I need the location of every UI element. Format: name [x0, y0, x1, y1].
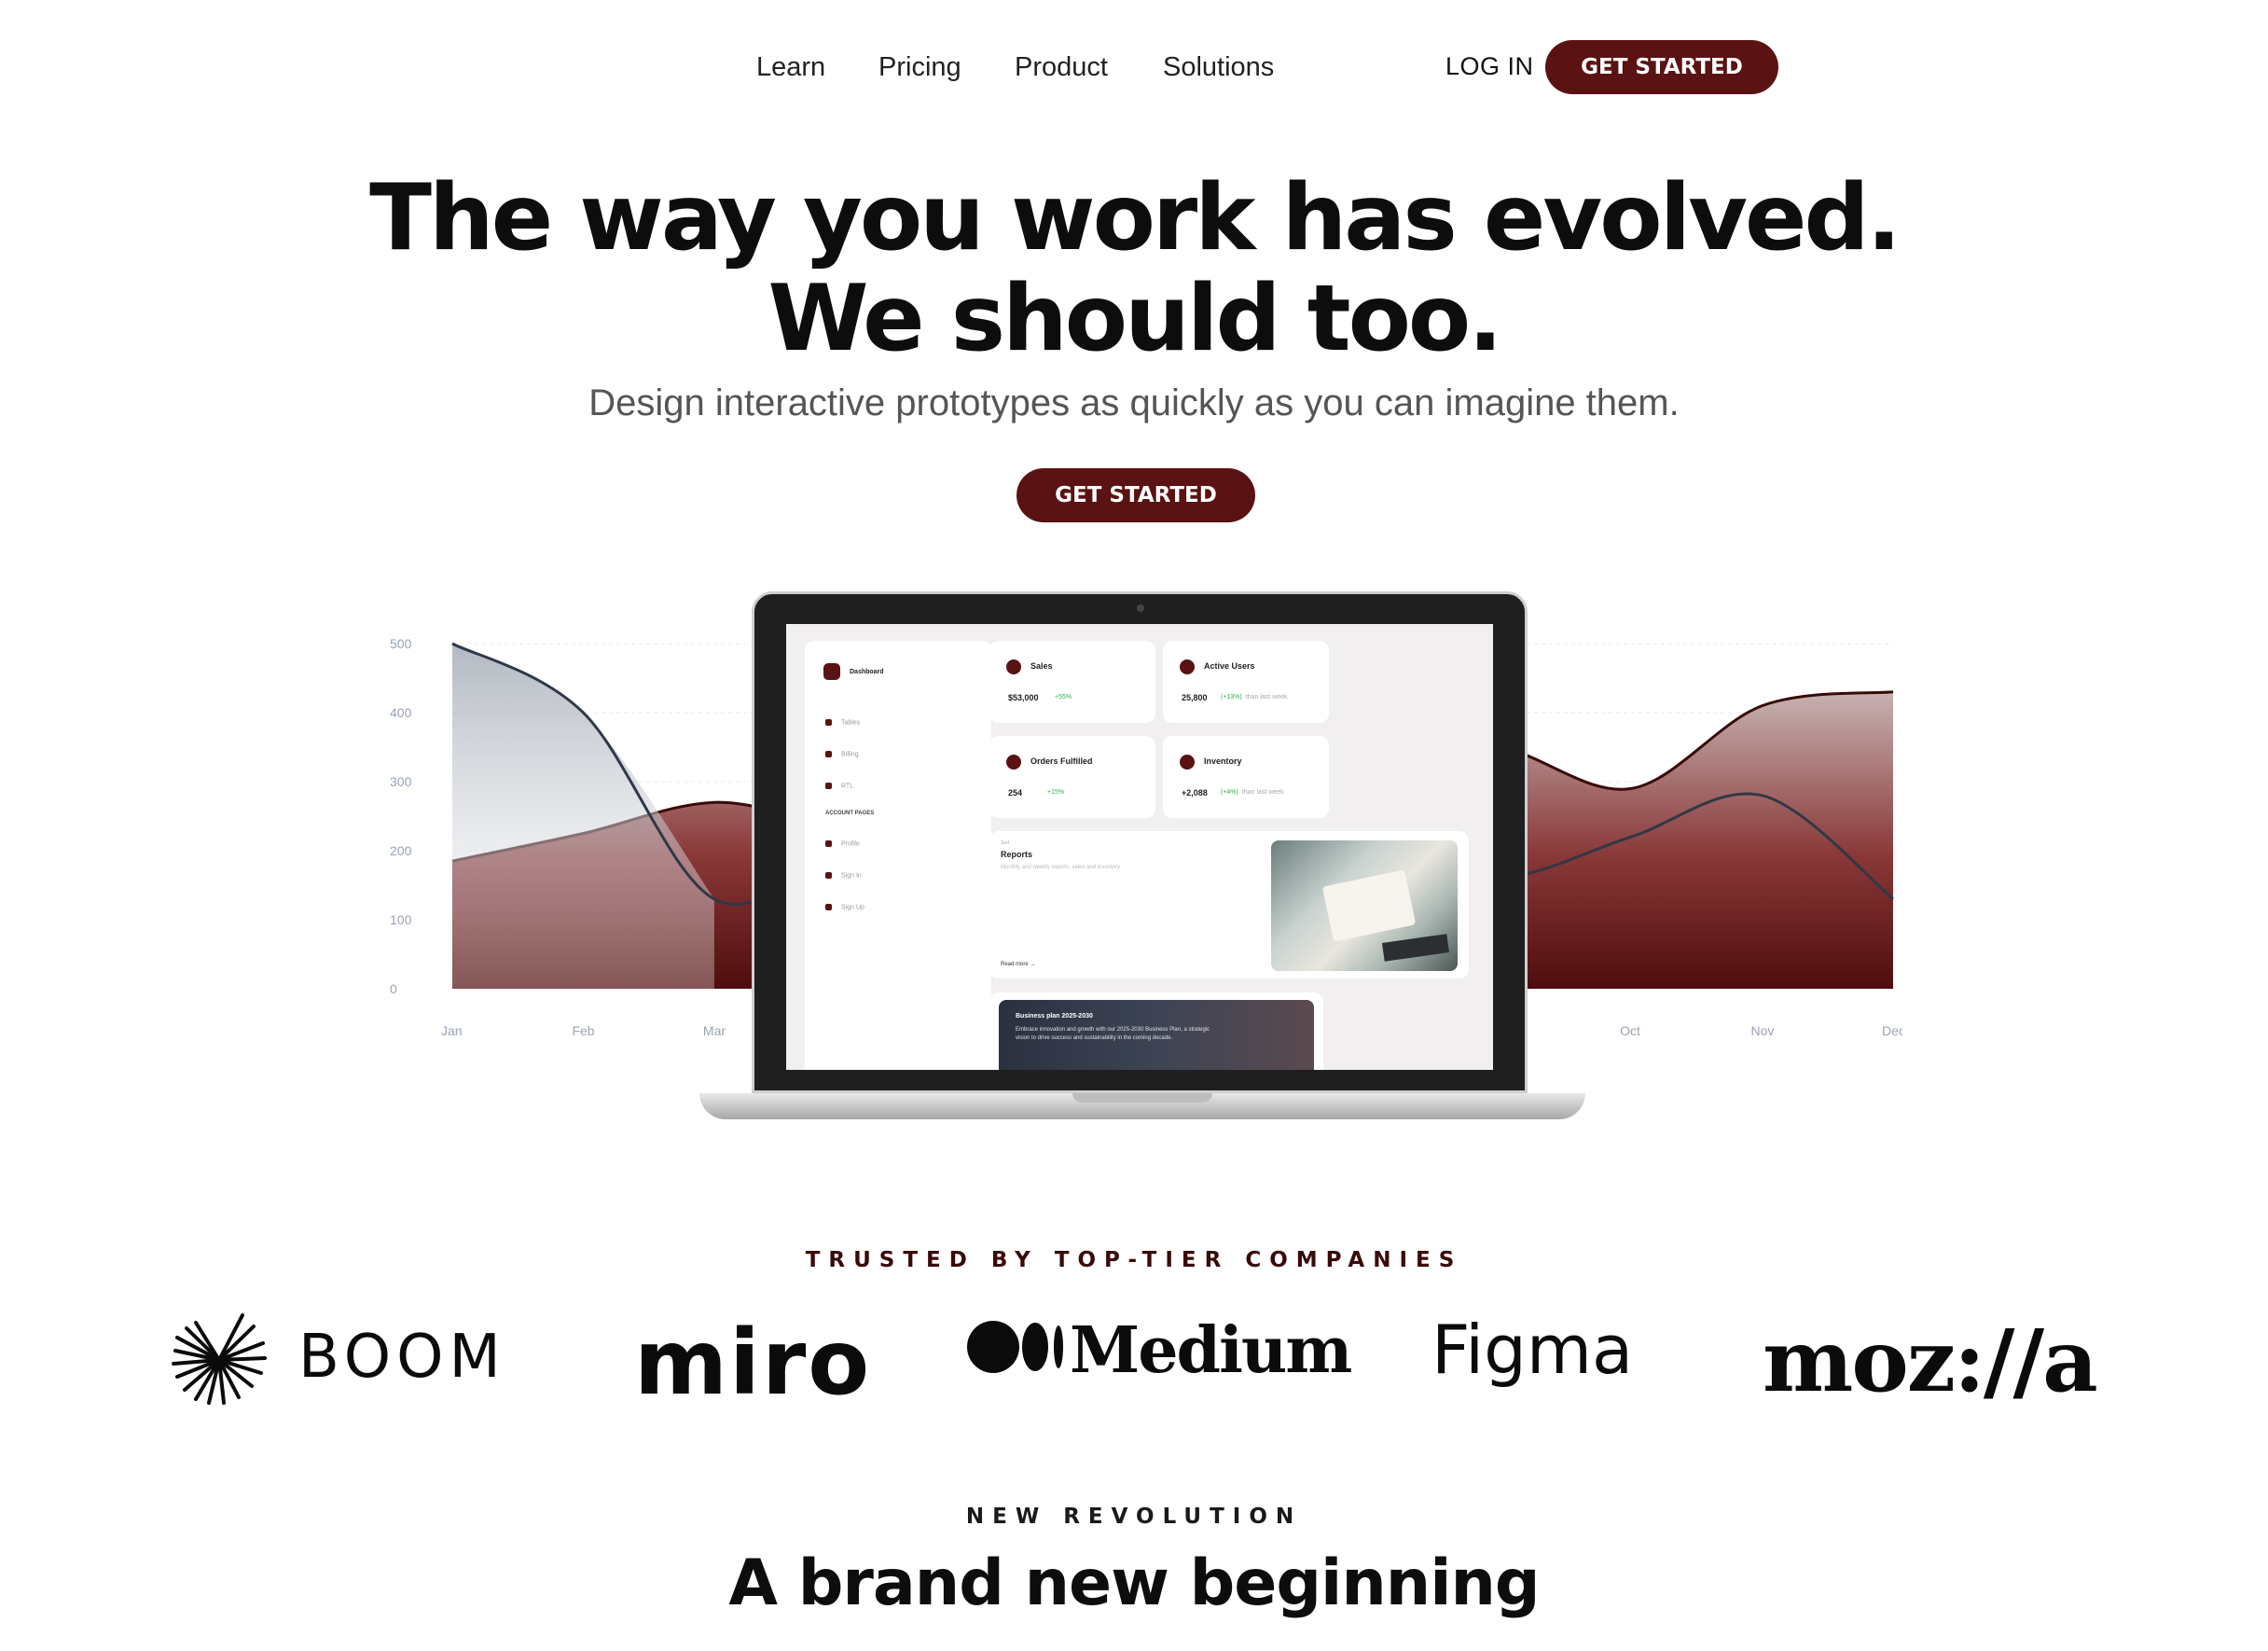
sidebar-item-label: Billing: [841, 751, 859, 758]
hero-get-started-button[interactable]: GET STARTED: [1016, 468, 1255, 522]
hero-title-line-1: The way you work has evolved.: [369, 165, 1902, 271]
document-icon: [825, 872, 832, 879]
business-plan-banner[interactable]: Business plan 2025-2030 Embrace innovati…: [999, 1000, 1314, 1070]
laptop-mockup: Dashboard Tables Billing RTL ACCOUNT PAG…: [699, 591, 1585, 1123]
y-tick-label: 100: [390, 912, 412, 927]
stat-card-inventory: Inventory +2,088 (+4%) than last week: [1163, 736, 1329, 818]
stat-card-change: (+4%) than last week: [1221, 789, 1284, 796]
logo-mozilla: moz://a: [1763, 1311, 2098, 1411]
sidebar-item-label: Tables: [841, 719, 861, 727]
laptop-lid: Dashboard Tables Billing RTL ACCOUNT PAG…: [752, 591, 1528, 1093]
stat-card-note: than last week: [1245, 694, 1288, 701]
hero-title: The way you work has evolved. We should …: [0, 168, 2268, 369]
sidebar-item-billing[interactable]: Billing: [825, 751, 859, 757]
box-icon: [1180, 755, 1195, 770]
sidebar-item-tables[interactable]: Tables: [825, 719, 860, 726]
stat-card-value: +2,088: [1182, 788, 1208, 798]
boom-wordmark: BOOM: [298, 1323, 506, 1392]
stat-card-sales: Sales $53,000 +55%: [989, 641, 1155, 723]
chart-icon: [825, 719, 832, 726]
hero-subtitle: Design interactive prototypes as quickly…: [588, 382, 1680, 423]
sidebar-item-sign-in[interactable]: Sign In: [825, 872, 862, 879]
stat-card-title: Sales: [1030, 661, 1053, 671]
trusted-label: TRUSTED BY TOP-TIER COMPANIES: [805, 1248, 1463, 1272]
sidebar-item-label: Sign In: [841, 872, 862, 880]
login-link[interactable]: LOG IN: [1445, 52, 1534, 81]
users-icon: [1180, 659, 1195, 674]
top-nav: Learn Pricing Product Solutions LOG IN G…: [0, 37, 2268, 97]
stat-card-title: Active Users: [1204, 661, 1255, 671]
nav-link-solutions[interactable]: Solutions: [1163, 52, 1274, 83]
nav-link-learn[interactable]: Learn: [756, 52, 825, 83]
check-icon: [1006, 755, 1021, 770]
stat-card-title: Inventory: [1204, 756, 1242, 766]
sidebar-item-label: Sign Up: [841, 904, 864, 911]
rocket-icon: [825, 904, 832, 910]
camera-dot: [1137, 604, 1144, 612]
logo-boom: BOOM: [168, 1306, 501, 1412]
sidebar-section-heading: ACCOUNT PAGES: [825, 811, 875, 816]
sidebar-dashboard-item[interactable]: Dashboard: [823, 663, 884, 680]
sidebar-item-label: Profile: [841, 840, 860, 848]
stat-card-change: +15%: [1047, 789, 1065, 796]
laptop-notch: [1072, 1093, 1212, 1103]
nav-get-started-button[interactable]: GET STARTED: [1545, 40, 1778, 94]
home-icon: [823, 663, 840, 680]
dashboard-sidebar: Dashboard Tables Billing RTL ACCOUNT PAG…: [805, 641, 991, 1070]
stat-card-active-users: Active Users 25,800 (+13%) than last week: [1163, 641, 1329, 723]
stat-card-change-value: (+13%): [1221, 694, 1242, 701]
stat-card-value: $53,000: [1008, 693, 1039, 702]
card-icon: [825, 751, 832, 757]
nav-link-product[interactable]: Product: [1015, 52, 1108, 83]
sidebar-item-rtl[interactable]: RTL: [825, 783, 853, 789]
wrench-icon: [825, 783, 832, 789]
x-tick-label: Feb: [572, 1023, 594, 1038]
user-icon: [825, 840, 832, 847]
stat-card-change: +55%: [1055, 694, 1072, 701]
logo-figma: Figma: [1431, 1311, 1634, 1389]
sidebar-dashboard-label: Dashboard: [850, 668, 884, 675]
photo-keyboard: [1381, 934, 1450, 962]
x-tick-label: Jan: [441, 1023, 463, 1038]
stat-card-note: than last week: [1241, 789, 1284, 796]
stat-card-change-value: (+4%): [1221, 789, 1238, 796]
reports-photo: [1271, 840, 1458, 971]
medium-wordmark: Medium: [1070, 1313, 1352, 1388]
reports-read-more-link[interactable]: Read more →: [1001, 962, 1035, 967]
x-tick-label: Oct: [1620, 1023, 1640, 1038]
nav-link-pricing[interactable]: Pricing: [878, 52, 961, 83]
hero-title-line-2: We should too.: [768, 266, 1503, 372]
y-tick-label: 500: [390, 636, 412, 651]
reports-title: Reports: [1001, 850, 1033, 859]
y-tick-label: 400: [390, 705, 412, 720]
stat-card-value: 254: [1008, 788, 1023, 798]
y-tick-label: 200: [390, 843, 412, 858]
stat-card-change: (+13%) than last week: [1221, 694, 1288, 701]
photo-paper: [1321, 869, 1417, 942]
reports-kicker: Sed: [1001, 840, 1009, 846]
section-title: A brand new beginning: [728, 1547, 1540, 1620]
sidebar-item-label: RTL: [841, 783, 854, 790]
laptop-screen: Dashboard Tables Billing RTL ACCOUNT PAG…: [786, 624, 1493, 1070]
logo-medium: Medium: [965, 1313, 1352, 1388]
stat-card-value: 25,800: [1182, 693, 1208, 702]
stat-card-orders: Orders Fulfilled 254 +15%: [989, 736, 1155, 818]
x-tick-label: Dec: [1882, 1023, 1902, 1038]
medium-dots-icon: [967, 1321, 1063, 1373]
business-plan-card: Business plan 2025-2030 Embrace innovati…: [989, 992, 1323, 1070]
stat-card-title: Orders Fulfilled: [1030, 756, 1093, 766]
y-tick-label: 0: [390, 981, 397, 996]
business-plan-title: Business plan 2025-2030: [1016, 1013, 1093, 1020]
x-tick-label: Nov: [1751, 1023, 1775, 1038]
y-tick-label: 300: [390, 774, 412, 789]
sidebar-item-profile[interactable]: Profile: [825, 840, 860, 847]
logo-miro: miro: [634, 1311, 872, 1415]
reports-card: Sed Reports Monthly and weekly reports, …: [989, 831, 1469, 978]
section-kicker: NEW REVOLUTION: [965, 1505, 1303, 1529]
sidebar-item-sign-up[interactable]: Sign Up: [825, 904, 864, 910]
business-plan-description: Embrace innovation and growth with our 2…: [1016, 1027, 1210, 1041]
dollar-icon: [1006, 659, 1021, 674]
boom-burst-icon: [172, 1313, 267, 1405]
reports-description: Monthly and weekly reports, sales and in…: [1001, 865, 1121, 870]
